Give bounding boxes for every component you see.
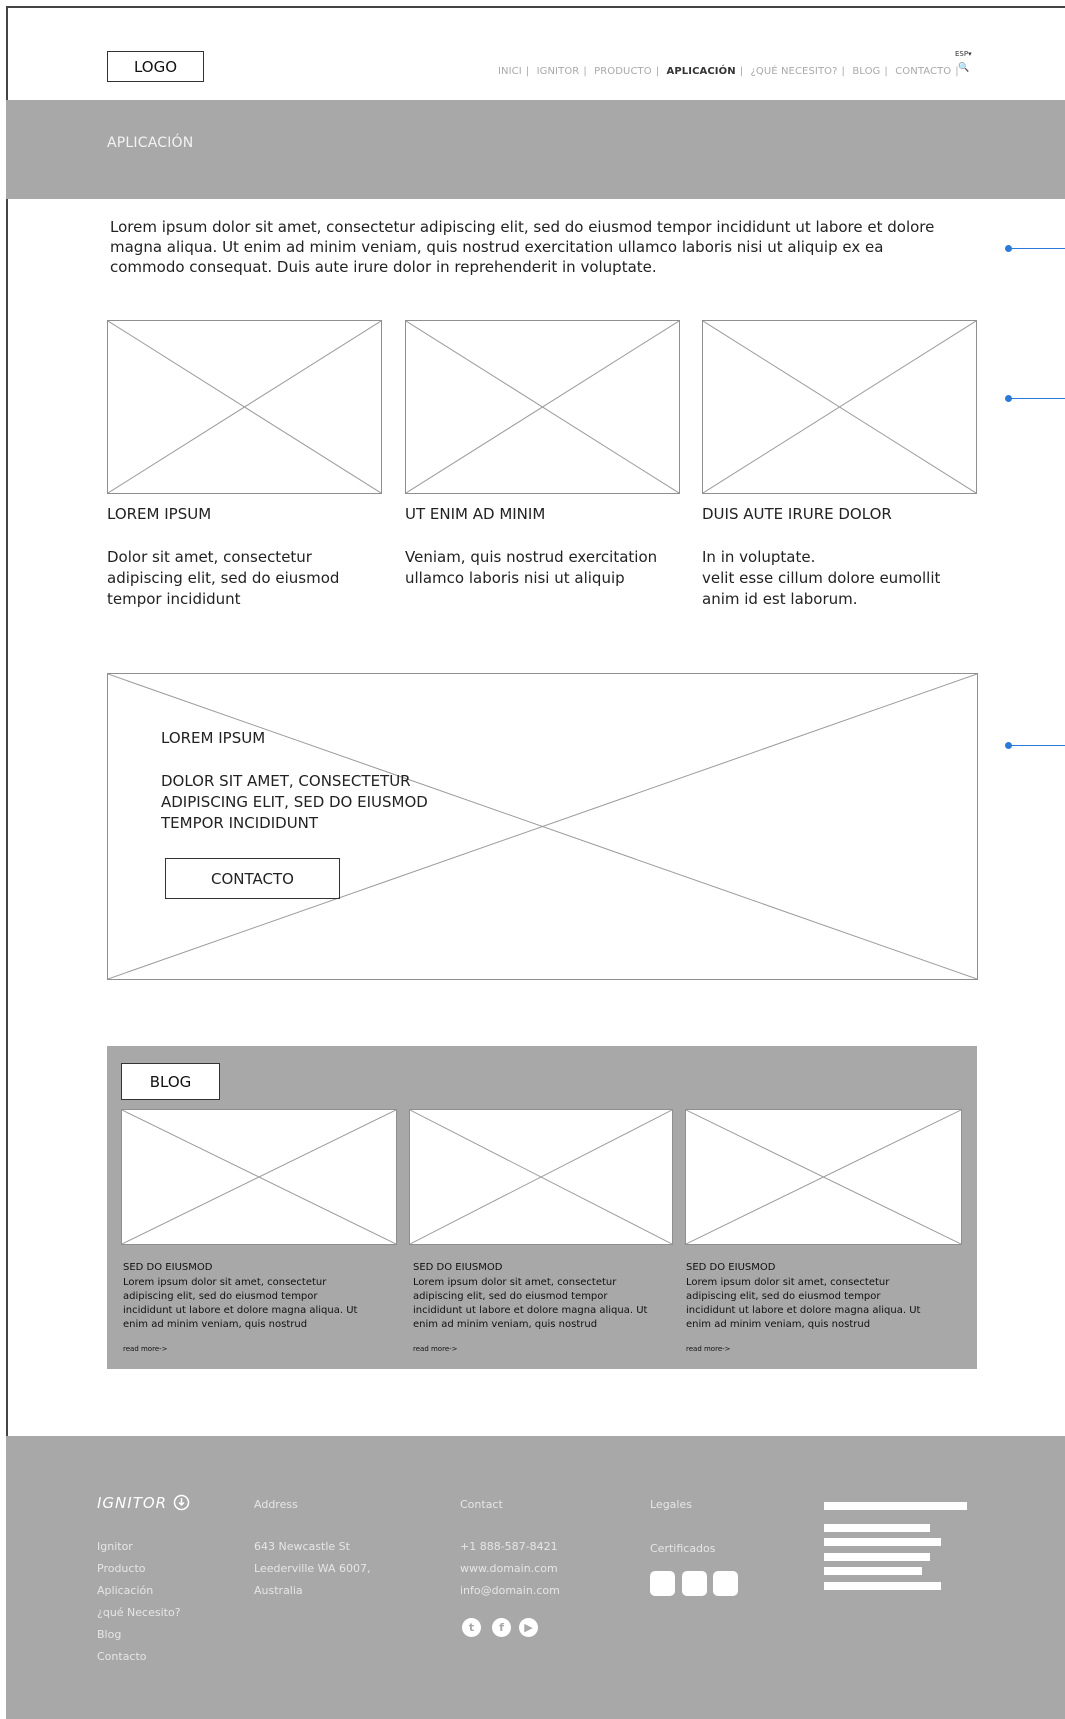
annotation-marker — [1005, 395, 1065, 402]
footer-nav-item-ignitor[interactable]: Ignitor — [97, 1536, 181, 1558]
ignitor-logo-icon — [173, 1494, 190, 1511]
card-title: UT ENIM AD MINIM — [405, 505, 546, 523]
footer-text-placeholder — [824, 1567, 922, 1575]
contacto-button[interactable]: CONTACTO — [165, 858, 340, 899]
footer-text-placeholder — [824, 1524, 930, 1532]
blog-post-image-placeholder[interactable] — [685, 1109, 962, 1245]
nav-item-blog[interactable]: BLOG — [852, 66, 880, 77]
logo[interactable]: LOGO — [107, 51, 204, 82]
read-more-link[interactable]: read more-> — [123, 1345, 168, 1353]
annotation-marker — [1005, 742, 1065, 749]
blog-post-image-placeholder[interactable] — [121, 1109, 397, 1245]
page-title: APLICACIÓN — [107, 135, 194, 151]
annotation-marker — [1005, 245, 1065, 252]
read-more-link[interactable]: read more-> — [413, 1345, 458, 1353]
contact-phone[interactable]: +1 888-587-8421 — [460, 1536, 560, 1558]
footer-brand[interactable]: IGNITOR — [97, 1494, 190, 1512]
search-icon[interactable]: 🔍 — [958, 63, 969, 73]
card-image-placeholder — [107, 320, 382, 494]
footer-nav-item-aplicacion[interactable]: Aplicación — [97, 1580, 181, 1602]
card-text: Dolor sit amet, consectetur adipiscing e… — [107, 548, 340, 608]
footer-certificates-label: Certificados — [650, 1542, 716, 1555]
blog-post-excerpt: Lorem ipsum dolor sit amet, consectetur … — [123, 1277, 358, 1330]
card-text: In in voluptate. velit esse cillum dolor… — [702, 548, 941, 608]
footer-nav: Ignitor Producto Aplicación ¿qué Necesit… — [97, 1536, 181, 1668]
footer-nav-item-producto[interactable]: Producto — [97, 1558, 181, 1580]
youtube-icon[interactable]: ▶ — [519, 1618, 538, 1637]
twitter-icon[interactable]: t — [462, 1618, 481, 1637]
footer-address-heading: Address — [254, 1498, 298, 1511]
nav-item-producto[interactable]: PRODUCTO — [594, 66, 652, 77]
footer-nav-item-contacto[interactable]: Contacto — [97, 1646, 181, 1668]
contact-email[interactable]: info@domain.com — [460, 1580, 560, 1602]
nav-item-contacto[interactable]: CONTACTO — [895, 66, 951, 77]
intro-paragraph: Lorem ipsum dolor sit amet, consectetur … — [110, 218, 935, 276]
footer-text-placeholder — [824, 1538, 941, 1546]
blog-button[interactable]: BLOG — [121, 1063, 220, 1100]
blog-post-image-placeholder[interactable] — [409, 1109, 673, 1245]
card-title: DUIS AUTE IRURE DOLOR — [702, 505, 892, 523]
banner-text: DOLOR SIT AMET, CONSECTETUR ADIPISCING E… — [161, 772, 428, 832]
footer-nav-item-blog[interactable]: Blog — [97, 1624, 181, 1646]
footer-contact-heading: Contact — [460, 1498, 503, 1511]
main-nav: INICI | IGNITOR | PRODUCTO | APLICACIÓN | ¿Q… — [498, 66, 959, 77]
footer-text-placeholder — [824, 1582, 941, 1590]
address-line: 643 Newcastle St — [254, 1540, 350, 1553]
blog-post-excerpt: Lorem ipsum dolor sit amet, consectetur … — [686, 1277, 921, 1330]
certificate-badge[interactable] — [713, 1571, 738, 1596]
card-text: Veniam, quis nostrud exercitation ullamc… — [405, 548, 658, 587]
address-line: Australia — [254, 1584, 303, 1597]
nav-item-inici[interactable]: INICI — [498, 66, 522, 77]
read-more-link[interactable]: read more-> — [686, 1345, 731, 1353]
facebook-icon[interactable]: f — [492, 1618, 511, 1637]
nav-item-que-necesito[interactable]: ¿QUÉ NECESITO? — [750, 66, 837, 77]
address-line: Leederville WA 6007, — [254, 1562, 371, 1575]
footer-address: 643 Newcastle St Leederville WA 6007, Au… — [254, 1536, 370, 1602]
card-image-placeholder — [405, 320, 680, 494]
blog-post-title[interactable]: SED DO EIUSMOD — [123, 1262, 212, 1273]
footer-contact: +1 888-587-8421 www.domain.com info@doma… — [460, 1536, 560, 1602]
footer-text-placeholder — [824, 1553, 930, 1561]
certificate-badge[interactable] — [682, 1571, 707, 1596]
nav-item-ignitor[interactable]: IGNITOR — [537, 66, 580, 77]
footer-nav-item-que-necesito[interactable]: ¿qué Necesito? — [97, 1602, 181, 1624]
blog-post-title[interactable]: SED DO EIUSMOD — [413, 1262, 502, 1273]
certificate-badge[interactable] — [650, 1571, 675, 1596]
blog-post-excerpt: Lorem ipsum dolor sit amet, consectetur … — [413, 1277, 648, 1330]
card-image-placeholder — [702, 320, 977, 494]
card-title: LOREM IPSUM — [107, 505, 212, 523]
footer-legal-heading: Legales — [650, 1498, 692, 1511]
language-selector[interactable]: ESP▾ — [955, 50, 972, 58]
blog-post-title[interactable]: SED DO EIUSMOD — [686, 1262, 775, 1273]
footer-text-placeholder — [824, 1502, 967, 1510]
contact-website[interactable]: www.domain.com — [460, 1558, 560, 1580]
footer-brand-name: IGNITOR — [97, 1494, 168, 1512]
banner-title: LOREM IPSUM — [161, 729, 266, 747]
nav-item-aplicacion[interactable]: APLICACIÓN — [667, 66, 736, 77]
